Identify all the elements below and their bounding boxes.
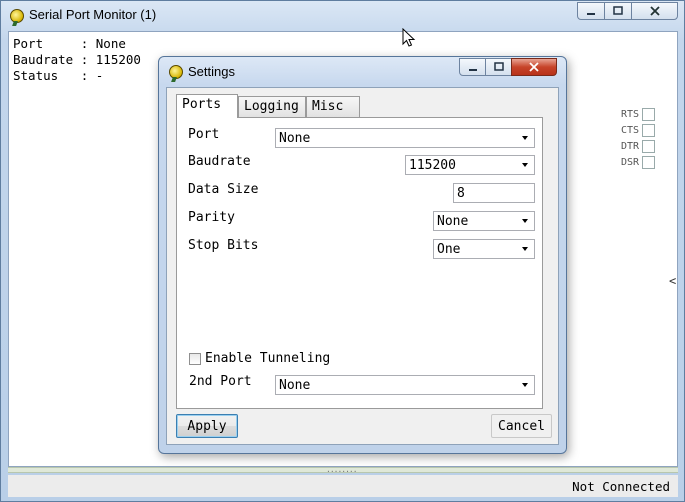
close-button[interactable]: [631, 2, 678, 20]
stop-bits-select[interactable]: One: [433, 239, 535, 259]
apply-button[interactable]: Apply: [176, 414, 238, 438]
dialog-content: Ports Logging Misc Port None Baudrate 11…: [166, 87, 559, 445]
tab-misc[interactable]: Misc: [306, 96, 360, 117]
chevron-down-icon: [522, 163, 528, 167]
signal-rts: RTS: [621, 108, 656, 121]
minimize-icon: [468, 69, 477, 71]
dialog-minimize-button[interactable]: [459, 58, 486, 76]
baudrate-select[interactable]: 115200: [405, 155, 535, 175]
second-port-select[interactable]: None: [275, 375, 535, 395]
baudrate-label: Baudrate: [188, 154, 251, 169]
stop-bits-label: Stop Bits: [188, 238, 259, 253]
info-status: Status : -: [13, 68, 104, 83]
signal-dsr: DSR: [621, 156, 656, 169]
app-icon: [10, 9, 24, 23]
status-bar: Not Connected: [8, 475, 678, 497]
dialog-close-button[interactable]: [511, 58, 557, 76]
close-icon: [529, 62, 539, 72]
data-size-input[interactable]: 8: [453, 183, 535, 203]
connection-status: Not Connected: [572, 479, 670, 494]
settings-dialog: Settings Ports Logging Misc Port None Ba…: [158, 56, 567, 454]
cts-checkbox[interactable]: [642, 124, 656, 137]
signal-cts: CTS: [621, 124, 656, 137]
cancel-button[interactable]: Cancel: [491, 414, 552, 438]
dsr-checkbox[interactable]: [642, 156, 656, 169]
signal-dtr: DTR: [621, 140, 656, 153]
second-port-label: 2nd Port: [189, 374, 252, 389]
chevron-down-icon: [522, 136, 528, 140]
collapse-panel-button[interactable]: <: [669, 274, 679, 298]
port-label: Port: [188, 127, 220, 142]
tab-logging[interactable]: Logging: [238, 96, 306, 117]
maximize-icon: [613, 6, 623, 15]
chevron-down-icon: [522, 247, 528, 251]
dialog-maximize-button[interactable]: [485, 58, 512, 76]
minimize-icon: [587, 13, 595, 15]
port-info: Port : None Baudrate : 115200 Status : -: [13, 36, 141, 84]
dialog-title: Settings: [188, 64, 235, 79]
port-select[interactable]: None: [275, 128, 535, 148]
dtr-checkbox[interactable]: [642, 140, 656, 153]
data-size-label: Data Size: [188, 182, 259, 197]
mouse-cursor-icon: [402, 28, 416, 47]
tab-ports[interactable]: Ports: [176, 94, 238, 118]
maximize-icon: [493, 62, 504, 71]
chevron-down-icon: [522, 219, 528, 223]
parity-select[interactable]: None: [433, 211, 535, 231]
app-icon: [169, 65, 183, 79]
ports-panel: Port None Baudrate 115200 Data Size 8 Pa…: [176, 117, 543, 409]
info-port: Port : None: [13, 36, 126, 51]
info-baudrate: Baudrate : 115200: [13, 52, 141, 67]
enable-tunneling-label: Enable Tunneling: [205, 351, 331, 366]
close-icon: [649, 6, 660, 16]
maximize-button[interactable]: [604, 2, 632, 20]
minimize-button[interactable]: [577, 2, 605, 20]
enable-tunneling-checkbox[interactable]: [189, 353, 201, 365]
rts-checkbox[interactable]: [642, 108, 656, 121]
chevron-down-icon: [522, 383, 528, 387]
main-window-title: Serial Port Monitor (1): [29, 7, 157, 22]
parity-label: Parity: [188, 210, 235, 225]
